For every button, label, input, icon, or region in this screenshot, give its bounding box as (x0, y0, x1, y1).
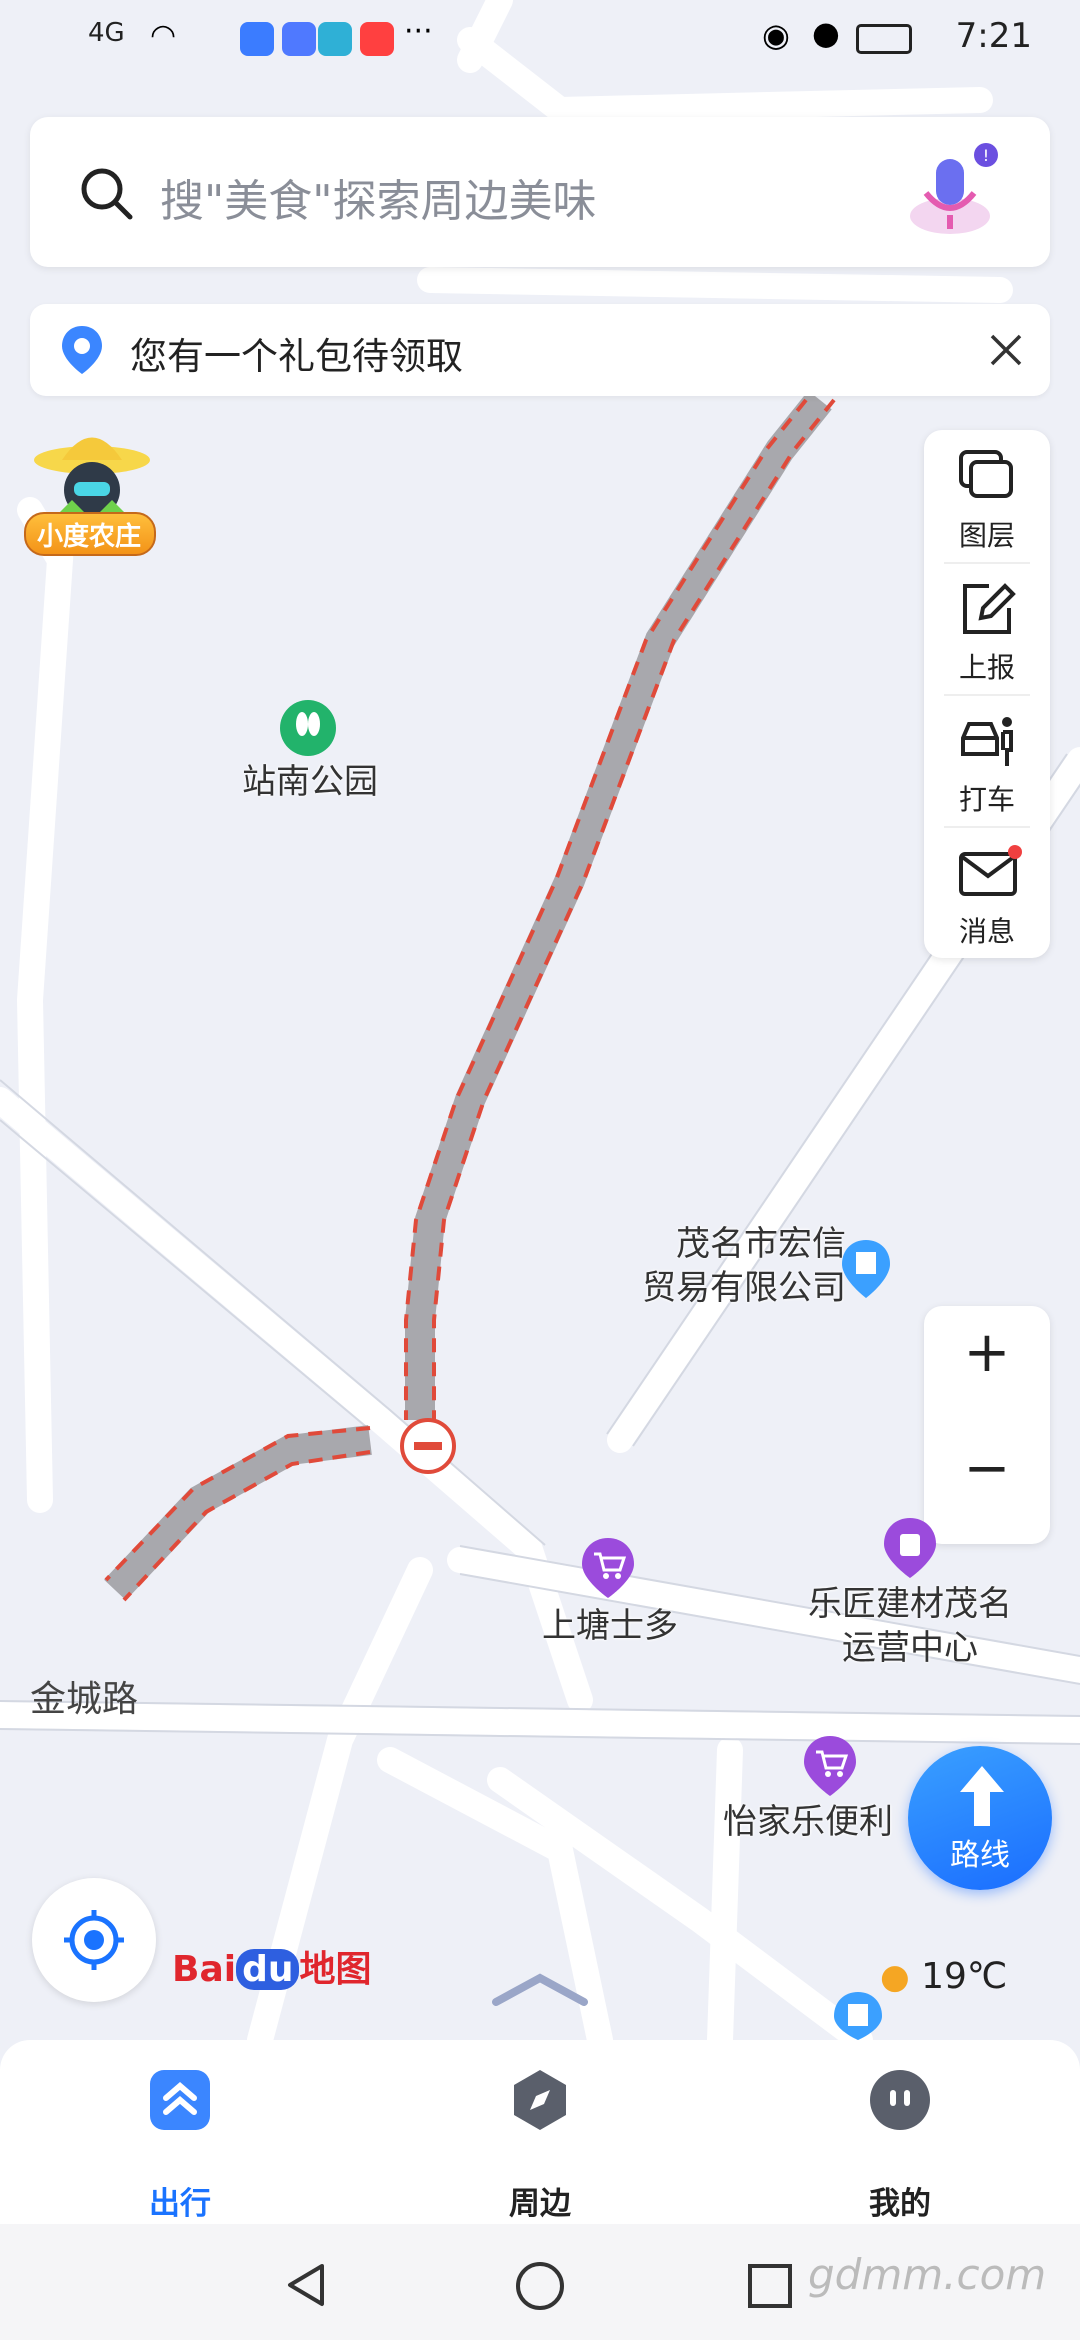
brand-text: Bai (172, 1949, 237, 1990)
brand-text: 地图 (299, 1949, 372, 1990)
edit-icon (963, 583, 1016, 634)
travel-icon (150, 2070, 210, 2130)
home-icon[interactable] (514, 2260, 566, 2312)
svg-text:!: ! (983, 146, 989, 165)
poi-store[interactable]: 乐匠建材茂名 运营中心 (790, 1582, 1030, 1670)
search-bar[interactable]: 搜"美食"探索周边美味 ! (30, 117, 1050, 267)
back-icon[interactable] (282, 2260, 332, 2310)
zoom-control: + − (924, 1306, 1050, 1544)
tool-label: 消息 (958, 915, 1015, 948)
brand-text: du (236, 1949, 300, 1990)
close-icon[interactable] (988, 332, 1024, 368)
microphone-icon[interactable]: ! (900, 141, 1010, 251)
poi-store[interactable]: 上塘士多 (520, 1604, 700, 1648)
app-notification-icon (240, 22, 274, 56)
more-icon: ··· (404, 14, 433, 49)
app-notification-icon (318, 22, 352, 56)
location-status-icon: ● (812, 14, 840, 52)
tool-label: 打车 (958, 783, 1015, 816)
shop-icon[interactable] (578, 1536, 638, 1602)
search-icon (81, 168, 133, 220)
compass-icon (514, 2070, 566, 2130)
profile-icon (870, 2070, 930, 2130)
poi-store[interactable]: 怡家乐便利 (708, 1800, 908, 1844)
gift-banner[interactable]: 您有一个礼包待领取 (30, 304, 1050, 396)
status-bar: 4G ◠ ··· ◉ ● 7:21 (0, 0, 1080, 80)
locate-button[interactable] (32, 1878, 156, 2002)
recents-icon[interactable] (746, 2262, 794, 2310)
route-button-label: 路线 (950, 1838, 1010, 1873)
signal-icon: 4G (88, 18, 125, 48)
route-arrow-icon (960, 1766, 1004, 1826)
temperature: 19℃ (921, 1956, 1008, 1997)
wifi-icon: ◠ (150, 18, 177, 53)
baidu-map-logo: Bai du 地图 (172, 1940, 372, 1992)
tool-label: 图层 (958, 519, 1015, 552)
zoom-in-button[interactable]: + (924, 1320, 1050, 1385)
tool-messages[interactable]: 消息 (924, 826, 1050, 956)
banner-text: 您有一个礼包待领取 (130, 335, 463, 378)
tool-layers[interactable]: 图层 (924, 430, 1050, 560)
shop-icon[interactable] (880, 1516, 940, 1582)
shop-icon[interactable] (800, 1734, 860, 1800)
sun-icon: ● (880, 1957, 910, 1997)
park-icon[interactable] (278, 698, 338, 758)
tool-taxi[interactable]: 打车 (924, 694, 1050, 824)
road-name: 金城路 (30, 1679, 139, 1720)
clock-time: 7:21 (955, 16, 1032, 56)
eye-icon: ◉ (762, 16, 790, 54)
poi-company[interactable]: 茂名市宏信 贸易有限公司 (596, 1222, 846, 1310)
building-icon[interactable] (830, 1990, 886, 2040)
company-icon[interactable] (838, 1238, 894, 1302)
mail-icon (959, 845, 1022, 896)
battery-icon (856, 24, 912, 54)
tool-report[interactable]: 上报 (924, 562, 1050, 692)
route-button[interactable]: 路线 (908, 1746, 1052, 1890)
bottom-nav: 出行 周边 我的 (0, 2040, 1080, 2224)
watermark-text: gdmm.com (808, 2250, 1047, 2299)
poi-park[interactable]: 站南公园 (220, 760, 400, 804)
zoom-out-button[interactable]: − (924, 1436, 1050, 1501)
location-pin-icon (62, 326, 102, 374)
weather-widget[interactable]: ● 19℃ (880, 1956, 1007, 1997)
layers-icon (959, 450, 1013, 498)
search-placeholder[interactable]: 搜"美食"探索周边美味 (160, 165, 596, 229)
taxi-icon (961, 717, 1013, 766)
chevron-up-icon[interactable] (490, 1970, 590, 2010)
app-notification-icon (360, 22, 394, 56)
farm-label: 小度农庄 (36, 522, 141, 552)
farm-badge[interactable]: 小度农庄 (22, 420, 158, 560)
crosshair-icon (64, 1910, 124, 1970)
map-tools-panel: 图层 上报 打车 消息 (924, 430, 1050, 958)
tool-label: 上报 (958, 651, 1015, 684)
app-notification-icon (282, 22, 316, 56)
nav-label: 出行 (149, 2186, 211, 2222)
nav-label: 周边 (509, 2186, 571, 2222)
nav-label: 我的 (869, 2186, 931, 2222)
